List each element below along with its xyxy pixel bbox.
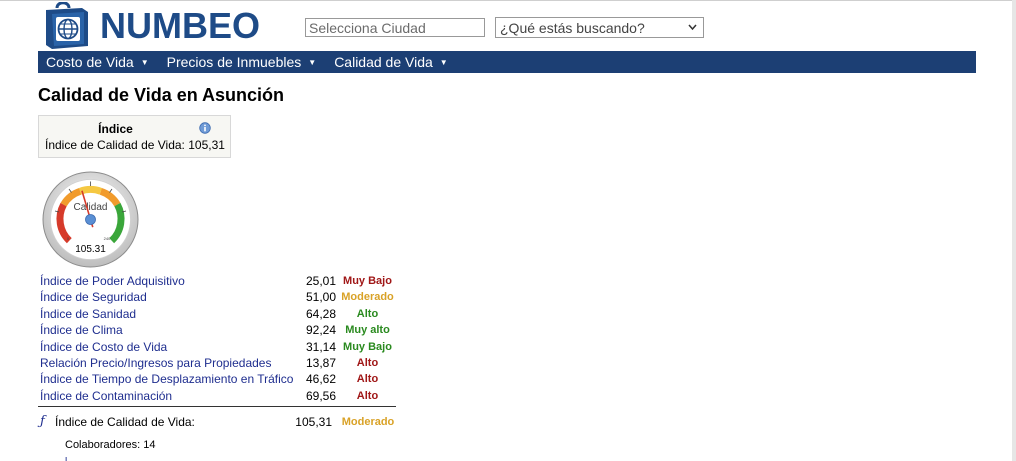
numbeo-logo[interactable]: NUMBEO	[42, 2, 260, 50]
index-link[interactable]: Índice de Poder Adquisitivo	[40, 274, 185, 288]
gauge-value: 105.31	[75, 244, 106, 255]
index-rating: Muy alto	[345, 324, 390, 337]
caret-down-icon: ▼	[439, 57, 448, 67]
index-value: 13,87	[305, 356, 336, 371]
index-value: 64,28	[305, 306, 336, 321]
nav-item-label: Costo de Vida	[46, 54, 134, 70]
index-rating: Alto	[356, 357, 379, 370]
table-row: Índice de Seguridad 51,00 Moderado	[38, 289, 395, 305]
index-rating: Muy Bajo	[343, 275, 392, 287]
gauge-label: Calidad	[74, 202, 108, 213]
index-value: 69,56	[305, 388, 336, 403]
indices-table: Índice de Poder Adquisitivo 25,01 Muy Bajo…	[38, 273, 395, 404]
next-line-fragment: ʃ	[65, 457, 75, 461]
index-link[interactable]: Relación Precio/Ingresos para Propiedade…	[40, 356, 271, 370]
index-rating: Alto	[356, 307, 379, 320]
index-link-cell[interactable]: Índice de Tiempo de Desplazamiento en Tr…	[38, 371, 298, 387]
index-value: 46,62	[305, 372, 336, 387]
table-divider	[38, 406, 396, 407]
caret-down-icon: ▼	[308, 57, 317, 67]
index-value: 31,14	[305, 339, 336, 354]
table-row: Índice de Costo de Vida 31,14 Muy Bajo	[38, 339, 395, 355]
index-value: 51,00	[305, 290, 336, 305]
table-row: Índice de Poder Adquisitivo 25,01 Muy Bajo	[38, 273, 395, 289]
main-navbar: Costo de Vida ▼ Precios de Inmuebles ▼ C…	[38, 51, 976, 73]
nav-quality-of-life[interactable]: Calidad de Vida ▼	[326, 54, 456, 70]
nav-cost-of-living[interactable]: Costo de Vida ▼	[38, 54, 157, 70]
contributors-count: Colaboradores: 14	[65, 439, 156, 451]
index-link[interactable]: Índice de Contaminación	[40, 389, 172, 403]
top-border	[0, 0, 1016, 1]
total-label: Índice de Calidad de Vida:	[55, 415, 195, 429]
index-rating: Moderado	[341, 291, 394, 304]
index-box-header: Índice	[98, 122, 133, 136]
index-link-cell[interactable]: Índice de Contaminación	[38, 388, 298, 404]
index-link-cell[interactable]: Relación Precio/Ingresos para Propiedade…	[38, 355, 298, 371]
page-title: Calidad de Vida en Asunción	[38, 85, 285, 105]
index-link[interactable]: Índice de Sanidad	[40, 307, 136, 321]
select-value: ¿Qué estás buscando?	[500, 19, 645, 36]
table-row: Índice de Clima 92,24 Muy alto	[38, 322, 395, 338]
nav-item-label: Calidad de Vida	[334, 54, 433, 70]
nav-item-label: Precios de Inmuebles	[166, 54, 302, 70]
city-search-input[interactable]	[305, 18, 485, 37]
index-link-cell[interactable]: Índice de Clima	[38, 322, 298, 338]
index-link-cell[interactable]: Índice de Sanidad	[38, 306, 298, 322]
table-row: Relación Precio/Ingresos para Propiedade…	[38, 355, 395, 371]
total-rating: Moderado	[341, 416, 395, 428]
index-rating: Alto	[356, 373, 379, 386]
nav-property-prices[interactable]: Precios de Inmuebles ▼	[159, 54, 325, 70]
caret-down-icon: ▼	[140, 57, 149, 67]
index-link-cell[interactable]: Índice de Seguridad	[38, 289, 298, 305]
brand-name: NUMBEO	[100, 5, 260, 46]
index-summary-box: Índice Índice de Calidad de Vida: 105,31	[38, 115, 231, 158]
quality-gauge: Calidad 0 240 105.31	[42, 171, 139, 268]
shopping-bag-globe-icon	[46, 2, 88, 49]
index-link[interactable]: Índice de Tiempo de Desplazamiento en Tr…	[40, 372, 293, 386]
index-value: 92,24	[305, 323, 336, 338]
index-rating: Muy Bajo	[343, 340, 392, 353]
scrollbar[interactable]	[1012, 0, 1016, 461]
table-row: Índice de Sanidad 64,28 Alto	[38, 306, 395, 322]
index-link[interactable]: Índice de Costo de Vida	[40, 340, 167, 354]
chevron-down-icon	[687, 20, 698, 37]
what-are-you-looking-for-select[interactable]: ¿Qué estás buscando?	[495, 17, 704, 38]
formula-icon[interactable]: ƒ	[40, 414, 45, 429]
total-row: ƒ Índice de Calidad de Vida: 105,31 Mode…	[38, 414, 396, 430]
total-value: 105,31	[295, 415, 332, 429]
index-link[interactable]: Índice de Seguridad	[40, 290, 147, 304]
table-row: Índice de Tiempo de Desplazamiento en Tr…	[38, 371, 395, 387]
index-link[interactable]: Índice de Clima	[40, 323, 123, 337]
gauge-max-label: 240	[104, 236, 111, 241]
index-value: 25,01	[305, 274, 336, 288]
info-icon[interactable]	[199, 122, 211, 134]
index-rating: Alto	[356, 389, 379, 402]
index-link-cell[interactable]: Índice de Costo de Vida	[38, 339, 298, 355]
index-link-cell[interactable]: Índice de Poder Adquisitivo	[38, 273, 298, 289]
quality-of-life-index-value: Índice de Calidad de Vida: 105,31	[45, 138, 225, 152]
table-row: Índice de Contaminación 69,56 Alto	[38, 388, 395, 404]
gauge-hub	[85, 214, 96, 225]
